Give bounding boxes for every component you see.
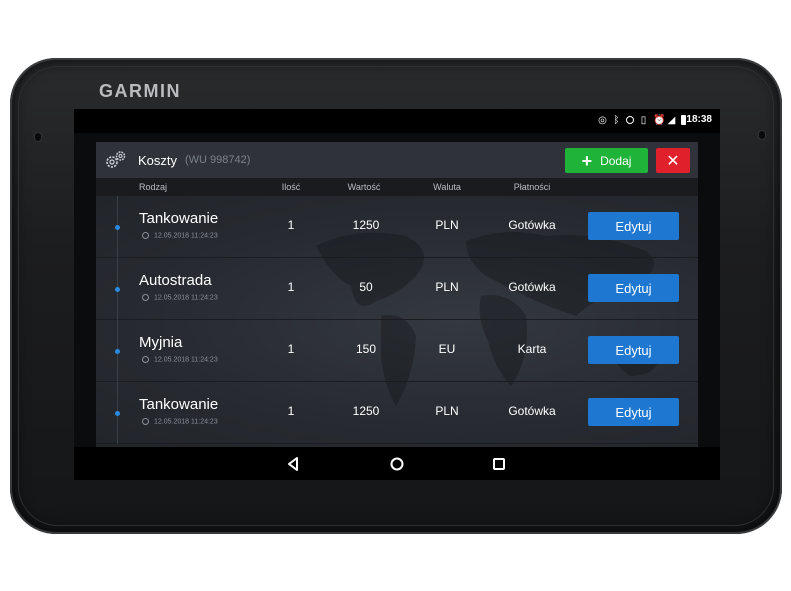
col-payment: Płatności xyxy=(513,182,551,192)
list-item[interactable]: Autostrada 12.05.2018 11:24:23 1 50 PLN … xyxy=(96,258,698,320)
col-currency: Waluta xyxy=(433,182,461,192)
item-currency: EU xyxy=(438,342,456,356)
panel-header: Koszty (WU 998742) + Dodaj ✕ xyxy=(96,142,698,178)
cost-list: Tankowanie 12.05.2018 11:24:23 1 1250 PL… xyxy=(96,196,698,447)
item-currency: PLN xyxy=(435,218,459,232)
bluetooth-icon: ᛒ xyxy=(613,114,620,126)
item-name: Tankowanie xyxy=(139,210,219,227)
android-nav-bar xyxy=(74,447,720,480)
col-type: Rodzaj xyxy=(138,182,168,192)
home-icon[interactable] xyxy=(389,456,405,472)
page-title: Koszty xyxy=(138,153,178,168)
clock-time: 18:38 xyxy=(686,114,712,125)
add-button[interactable]: + Dodaj xyxy=(565,148,648,173)
item-value: 1250 xyxy=(352,404,380,418)
item-qty: 1 xyxy=(287,280,295,294)
item-name: Autostrada xyxy=(139,272,212,289)
hotspot-icon: ◎ xyxy=(598,114,607,126)
clock-icon xyxy=(142,356,149,363)
item-date-text: 12.05.2018 11:24:23 xyxy=(154,418,218,426)
add-button-label: Dodaj xyxy=(600,153,632,168)
item-qty: 1 xyxy=(287,342,295,356)
back-icon[interactable] xyxy=(286,456,302,472)
item-qty: 1 xyxy=(287,404,295,418)
battery-icon xyxy=(681,115,686,125)
dnd-icon xyxy=(626,116,634,124)
item-name: Tankowanie xyxy=(139,396,219,413)
list-item[interactable]: Tankowanie 12.05.2018 11:24:23 1 1250 PL… xyxy=(96,382,698,444)
item-date-text: 12.05.2018 11:24:23 xyxy=(154,232,218,240)
table-header: Rodzaj Ilość Wartość Waluta Płatności xyxy=(96,178,698,196)
item-qty: 1 xyxy=(287,218,295,232)
item-value: 50 xyxy=(359,280,373,294)
status-dot xyxy=(115,349,120,354)
item-date: 12.05.2018 11:24:23 xyxy=(142,356,218,363)
item-name: Myjnia xyxy=(139,334,183,351)
item-date: 12.05.2018 11:24:23 xyxy=(142,232,218,239)
status-dot xyxy=(115,411,120,416)
status-dot xyxy=(115,287,120,292)
item-payment: Gotówka xyxy=(508,404,556,418)
gears-icon xyxy=(106,151,126,168)
brand-logo: GARMIN xyxy=(99,81,181,101)
item-value: 150 xyxy=(355,342,377,356)
item-payment: Karta xyxy=(517,342,547,356)
item-currency: PLN xyxy=(435,404,459,418)
edit-button[interactable]: Edytuj xyxy=(588,398,679,426)
light-sensor xyxy=(35,133,41,141)
item-date: 12.05.2018 11:24:23 xyxy=(142,294,218,301)
device-screen: ◎ ᛒ ▯ ⏰ ◢ 18:38 Koszty (WU 998742) + Dod… xyxy=(74,109,720,480)
status-bar: ◎ ᛒ ▯ ⏰ ◢ 18:38 xyxy=(74,109,720,133)
plus-icon: + xyxy=(581,150,593,171)
col-value: Wartość xyxy=(347,182,381,192)
vehicle-id: (WU 998742) xyxy=(185,154,251,166)
clock-icon xyxy=(142,294,149,301)
close-button[interactable]: ✕ xyxy=(656,148,690,173)
recents-icon[interactable] xyxy=(491,456,507,472)
signal-icon: ◢ xyxy=(667,114,676,126)
side-sensor xyxy=(759,131,765,139)
vibrate-icon: ▯ xyxy=(640,114,647,126)
alarm-icon: ⏰ xyxy=(653,114,666,126)
edit-button[interactable]: Edytuj xyxy=(588,336,679,364)
list-item[interactable]: Myjnia 12.05.2018 11:24:23 1 150 EU Kart… xyxy=(96,320,698,382)
item-payment: Gotówka xyxy=(508,280,556,294)
col-qty: Ilość xyxy=(281,182,301,192)
status-dot xyxy=(115,225,120,230)
edit-button[interactable]: Edytuj xyxy=(588,274,679,302)
item-date: 12.05.2018 11:24:23 xyxy=(142,418,218,425)
close-icon: ✕ xyxy=(666,152,680,170)
item-date-text: 12.05.2018 11:24:23 xyxy=(154,294,218,302)
edit-button[interactable]: Edytuj xyxy=(588,212,679,240)
list-item[interactable]: Tankowanie 12.05.2018 11:24:23 1 1250 PL… xyxy=(96,196,698,258)
clock-icon xyxy=(142,418,149,425)
item-currency: PLN xyxy=(435,280,459,294)
costs-panel: Koszty (WU 998742) + Dodaj ✕ Rodzaj Iloś… xyxy=(96,142,698,447)
item-date-text: 12.05.2018 11:24:23 xyxy=(154,356,218,364)
item-payment: Gotówka xyxy=(508,218,556,232)
clock-icon xyxy=(142,232,149,239)
item-value: 1250 xyxy=(352,218,380,232)
